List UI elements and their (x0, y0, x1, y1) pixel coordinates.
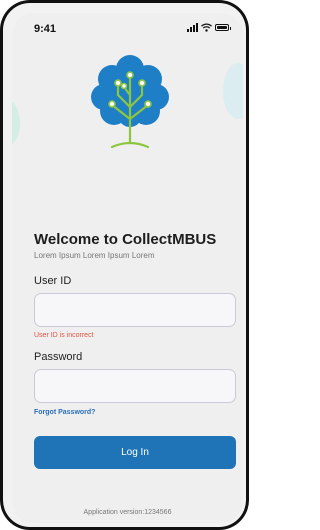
phone-bezel: 9:41 Welcome to CollectMBUS Lorem Ipsum … (3, 3, 246, 527)
wifi-icon (201, 23, 212, 32)
phone-frame: 9:41 Welcome to CollectMBUS Lorem Ipsum … (0, 0, 249, 530)
status-time: 9:41 (34, 23, 57, 35)
user-id-error: User ID is incorrect (34, 332, 94, 339)
forgot-password-link[interactable]: Forgot Password? (34, 409, 95, 416)
status-icons (187, 23, 231, 32)
welcome-title: Welcome to CollectMBUS (34, 231, 217, 248)
status-bar: 9:41 (12, 13, 243, 41)
battery-icon (215, 24, 231, 31)
password-input[interactable] (34, 369, 236, 403)
login-screen: 9:41 Welcome to CollectMBUS Lorem Ipsum … (12, 13, 243, 523)
login-button[interactable]: Log In (34, 436, 236, 469)
user-id-input[interactable] (34, 293, 236, 327)
app-version: Application version:1234566 (83, 509, 172, 516)
welcome-subtitle: Lorem Ipsum Lorem Ipsum Lorem (34, 251, 155, 260)
user-id-label: User ID (34, 275, 72, 287)
tree-circuit-logo-icon (91, 55, 169, 149)
decorative-blob-left (12, 101, 20, 145)
password-label: Password (34, 351, 83, 363)
signal-icon (187, 23, 198, 32)
decorative-blob-right (223, 63, 243, 119)
